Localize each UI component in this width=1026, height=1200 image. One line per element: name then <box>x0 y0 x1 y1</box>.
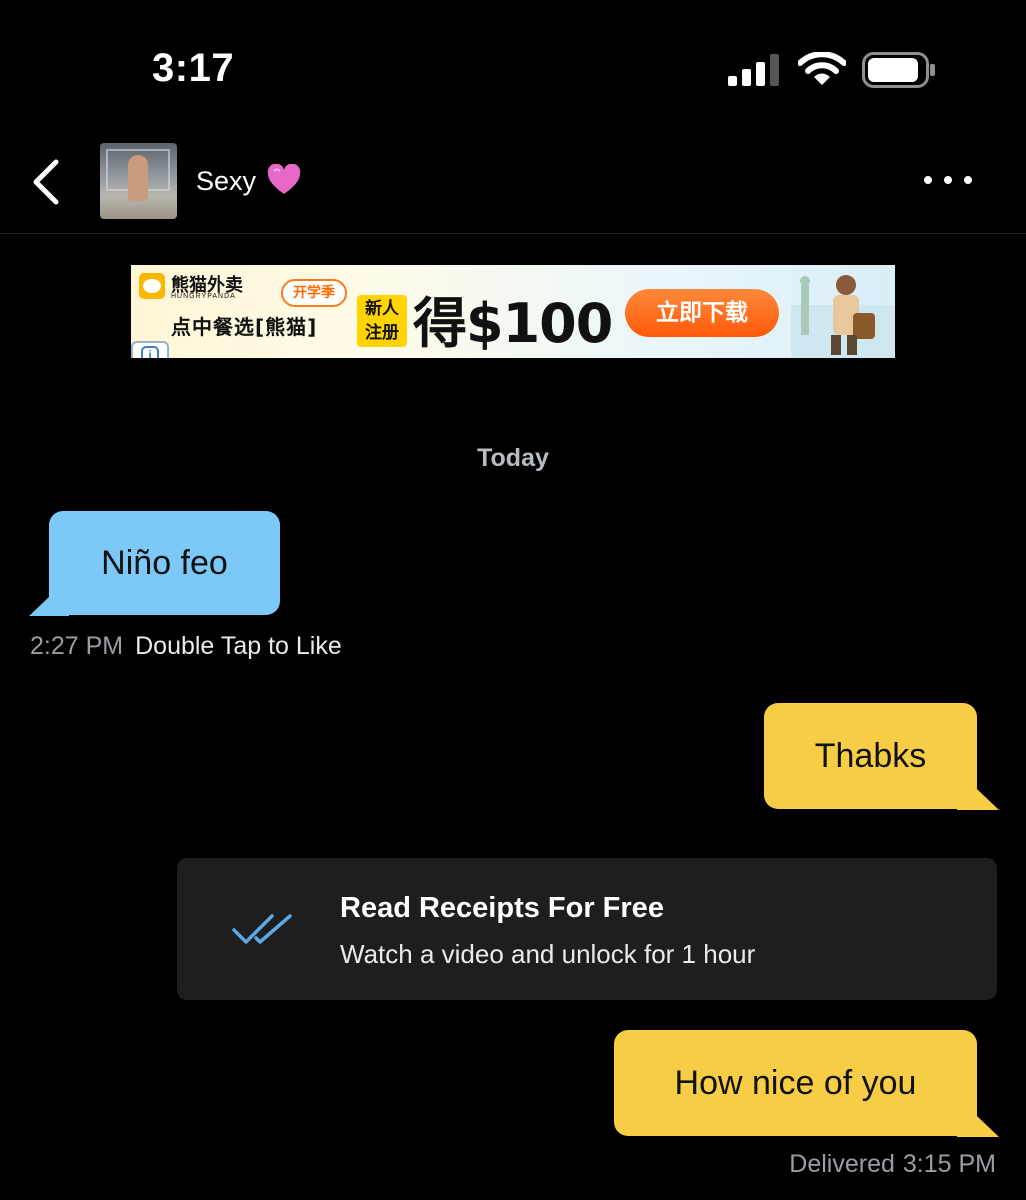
pink-heart-icon <box>267 164 301 194</box>
incoming-message-bubble[interactable]: Niño feo <box>49 511 280 615</box>
more-horizontal-icon[interactable] <box>922 174 974 186</box>
ad-logo: 熊猫外卖 HUNGRYPANDA <box>139 271 261 301</box>
chevron-left-icon[interactable] <box>30 158 64 206</box>
wifi-icon <box>798 52 846 85</box>
double-tap-like-hint[interactable]: Double Tap to Like <box>135 632 342 660</box>
date-divider: Today <box>477 444 549 472</box>
double-check-icon <box>232 914 292 944</box>
ad-new-user-badge: 新人注册 <box>357 295 407 347</box>
read-receipts-subtitle: Watch a video and unlock for 1 hour <box>340 939 756 969</box>
contact-name[interactable]: Sexy <box>196 166 256 197</box>
outgoing-message-bubble[interactable]: How nice of you <box>614 1030 977 1136</box>
read-receipts-card[interactable] <box>177 858 997 1000</box>
status-time: 3:17 <box>152 46 235 90</box>
message-time: 2:27 PM <box>30 632 124 660</box>
battery-icon <box>862 52 935 88</box>
ad-amount: 得$100 <box>413 292 613 355</box>
ad-download-button[interactable]: 立即下载 <box>625 289 779 337</box>
ad-banner[interactable]: 熊猫外卖 HUNGRYPANDA 开学季 点中餐选[熊猫] 新人注册 得$100… <box>131 265 895 358</box>
avatar-photo-figure <box>128 155 148 201</box>
message-time: 3:15 PM <box>902 1150 996 1178</box>
ad-season-badge: 开学季 <box>281 279 347 307</box>
delivery-status: Delivered 3:15 PM <box>0 1150 996 1179</box>
ad-brand-sub: HUNGRYPANDA <box>171 293 236 300</box>
avatar[interactable] <box>100 143 177 219</box>
delivered-label: Delivered <box>789 1150 895 1178</box>
incoming-message-meta: 2:27 PM Double Tap to Like <box>30 632 342 661</box>
ad-slogan: 点中餐选[熊猫] <box>171 315 318 339</box>
panda-logo-icon <box>139 273 165 299</box>
ad-illustration <box>791 275 895 358</box>
read-receipts-title: Read Receipts For Free <box>340 892 664 924</box>
ad-info-button[interactable]: i <box>131 341 169 358</box>
cellular-signal-icon <box>728 54 779 86</box>
outgoing-message-bubble[interactable]: Thabks <box>764 703 977 809</box>
info-icon: i <box>141 346 159 358</box>
